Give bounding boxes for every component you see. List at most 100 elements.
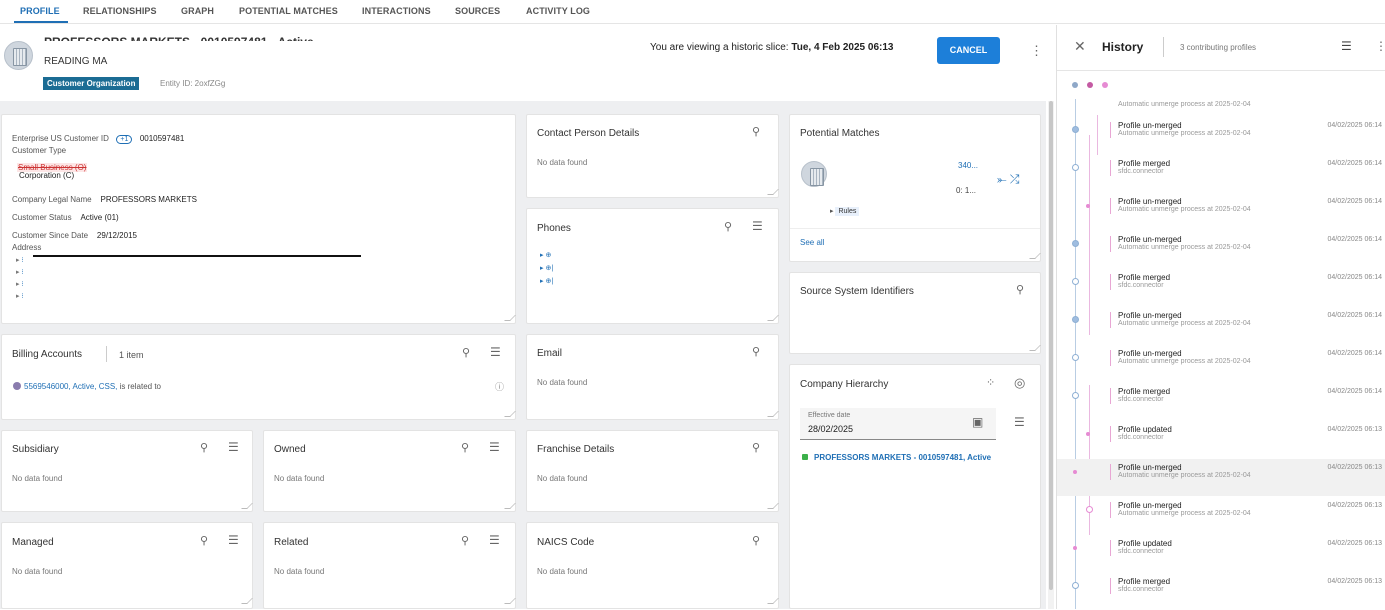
filter-icon[interactable]: ☰ xyxy=(228,534,239,546)
related-card-title: Related xyxy=(274,537,309,548)
info-icon[interactable]: ⓘ xyxy=(495,382,504,393)
timeline-node xyxy=(1072,354,1079,361)
filter-icon[interactable]: ☰ xyxy=(1341,40,1352,52)
resize-handle[interactable] xyxy=(504,598,516,604)
filter-icon[interactable]: ☰ xyxy=(489,441,500,453)
tab-profile[interactable]: PROFILE xyxy=(20,6,60,16)
timeline-node xyxy=(1072,392,1079,399)
history-item[interactable]: Profile un-merged Automatic unmerge proce… xyxy=(1057,193,1385,230)
resize-handle[interactable] xyxy=(241,598,253,604)
resize-handle[interactable] xyxy=(1029,253,1041,259)
history-item[interactable]: Profile merged sfdc.connector 04/02/2025 0… xyxy=(1057,155,1385,192)
enterprise-id-count[interactable]: +1 xyxy=(116,135,133,144)
match-line-1[interactable]: 340... xyxy=(958,161,978,170)
resize-handle[interactable] xyxy=(504,503,516,509)
scrollbar-thumb[interactable] xyxy=(1049,101,1053,590)
history-item-event: Profile un-merged xyxy=(1118,121,1182,130)
search-icon[interactable]: ⚲ xyxy=(1016,285,1024,296)
related-empty: No data found xyxy=(274,567,325,576)
resize-handle[interactable] xyxy=(1029,345,1041,351)
effective-date-field[interactable]: Effective date 28/02/2025 ▣ xyxy=(800,408,996,440)
owned-card: Owned ⚲ ☰ No data found xyxy=(263,430,516,512)
tab-graph[interactable]: GRAPH xyxy=(181,6,214,16)
owned-empty: No data found xyxy=(274,474,325,483)
history-item-date: 04/02/2025 06:14 xyxy=(1327,350,1383,357)
history-item[interactable]: Profile un-merged Automatic unmerge proce… xyxy=(1057,459,1385,496)
divider xyxy=(1163,37,1164,57)
history-item[interactable]: Profile merged sfdc.connector 04/02/2025 0… xyxy=(1057,573,1385,610)
target-icon[interactable]: ◎ xyxy=(1014,376,1025,389)
rules-expander[interactable]: ▸ Rules xyxy=(830,207,860,216)
history-item[interactable]: Profile un-merged Automatic unmerge proce… xyxy=(1057,497,1385,534)
address-row-1[interactable]: ▸ ⁝ xyxy=(16,256,24,264)
search-icon[interactable]: ⚲ xyxy=(200,443,208,454)
phone-row-3[interactable]: ▸ ⊕| xyxy=(540,277,553,285)
more-options-icon[interactable]: ⋮ xyxy=(1375,40,1385,52)
merge-icon[interactable]: ⤜ ⤮ xyxy=(997,172,1020,187)
address-row-3[interactable]: ▸ ⁝ xyxy=(16,280,24,288)
search-icon[interactable]: ⚲ xyxy=(752,127,760,138)
history-item[interactable]: Profile updated sfdc.connector 04/02/2025 … xyxy=(1057,535,1385,572)
resize-handle[interactable] xyxy=(767,598,779,604)
history-item-marker xyxy=(1110,578,1111,594)
history-item-marker xyxy=(1110,274,1111,290)
history-item[interactable]: Profile merged sfdc.connector 04/02/2025 0… xyxy=(1057,383,1385,420)
resize-handle[interactable] xyxy=(767,189,779,195)
address-row-2[interactable]: ▸ ⁝ xyxy=(16,268,24,276)
timeline-node xyxy=(1072,582,1079,589)
search-icon[interactable]: ⚲ xyxy=(461,443,469,454)
history-item-sub: Automatic unmerge process at 2025-02-04 xyxy=(1118,206,1251,213)
timeline-node xyxy=(1073,546,1077,550)
resize-handle[interactable] xyxy=(767,503,779,509)
filter-icon[interactable]: ☰ xyxy=(228,441,239,453)
timeline-node xyxy=(1072,164,1079,171)
tab-relationships[interactable]: RELATIONSHIPS xyxy=(83,6,157,16)
email-empty: No data found xyxy=(537,378,588,387)
filter-icon[interactable]: ☰ xyxy=(752,220,763,232)
search-icon[interactable]: ⚲ xyxy=(200,536,208,547)
resize-handle[interactable] xyxy=(504,315,516,321)
tab-activity-log[interactable]: ACTIVITY LOG xyxy=(526,6,590,16)
history-item-date: 04/02/2025 06:13 xyxy=(1327,578,1383,585)
history-item-event: Profile un-merged xyxy=(1118,501,1182,510)
search-icon[interactable]: ⚲ xyxy=(724,222,732,233)
timeline-node xyxy=(1086,204,1090,208)
search-icon[interactable]: ⚲ xyxy=(462,348,470,359)
resize-handle[interactable] xyxy=(767,411,779,417)
billing-item-suffix: is related to xyxy=(117,382,161,391)
search-icon[interactable]: ⚲ xyxy=(752,536,760,547)
since-label: Customer Since Date xyxy=(12,231,89,240)
resize-handle[interactable] xyxy=(767,315,779,321)
history-item[interactable]: Profile un-merged Automatic unmerge proce… xyxy=(1057,345,1385,382)
tab-interactions[interactable]: INTERACTIONS xyxy=(362,6,431,16)
hierarchy-entity-link[interactable]: PROFESSORS MARKETS - 0010597481, Active xyxy=(814,453,991,462)
search-icon[interactable]: ⚲ xyxy=(752,347,760,358)
resize-handle[interactable] xyxy=(504,411,516,417)
close-icon[interactable]: ✕ xyxy=(1074,39,1086,53)
resize-handle[interactable] xyxy=(241,503,253,509)
search-icon[interactable]: ⚲ xyxy=(752,443,760,454)
address-row-4[interactable]: ▸ ⁝ xyxy=(16,292,24,300)
history-item[interactable]: Profile un-merged Automatic unmerge proce… xyxy=(1057,231,1385,268)
tab-potential-matches[interactable]: POTENTIAL MATCHES xyxy=(239,6,338,16)
history-item[interactable]: Profile updated sfdc.connector 04/02/2025 … xyxy=(1057,421,1385,458)
calendar-icon[interactable]: ▣ xyxy=(972,416,983,428)
cancel-button[interactable]: CANCEL xyxy=(937,37,1000,64)
history-item[interactable]: Profile un-merged Automatic unmerge proce… xyxy=(1057,307,1385,344)
focus-icon[interactable]: ⁘ xyxy=(986,378,995,389)
filter-icon[interactable]: ☰ xyxy=(489,534,500,546)
enterprise-id-label: Enterprise US Customer ID xyxy=(12,134,109,143)
filter-icon[interactable]: ☰ xyxy=(490,346,501,358)
billing-item-link[interactable]: 5569546000, Active, CSS, xyxy=(24,382,117,391)
history-item[interactable]: Profile merged sfdc.connector 04/02/2025 0… xyxy=(1057,269,1385,306)
phone-row-1[interactable]: ▸ ⊕ xyxy=(540,251,551,259)
hierarchy-entity[interactable]: PROFESSORS MARKETS - 0010597481, Active xyxy=(802,453,991,462)
filter-icon[interactable]: ☰ xyxy=(1014,416,1025,428)
more-options-icon[interactable]: ⋮ xyxy=(1030,44,1043,57)
billing-item[interactable]: 5569546000, Active, CSS, is related to xyxy=(13,382,161,391)
tab-sources[interactable]: SOURCES xyxy=(455,6,500,16)
phone-row-2[interactable]: ▸ ⊕| xyxy=(540,264,553,272)
see-all-link[interactable]: See all xyxy=(800,238,824,247)
history-item[interactable]: Profile un-merged Automatic unmerge proce… xyxy=(1057,117,1385,154)
search-icon[interactable]: ⚲ xyxy=(461,536,469,547)
